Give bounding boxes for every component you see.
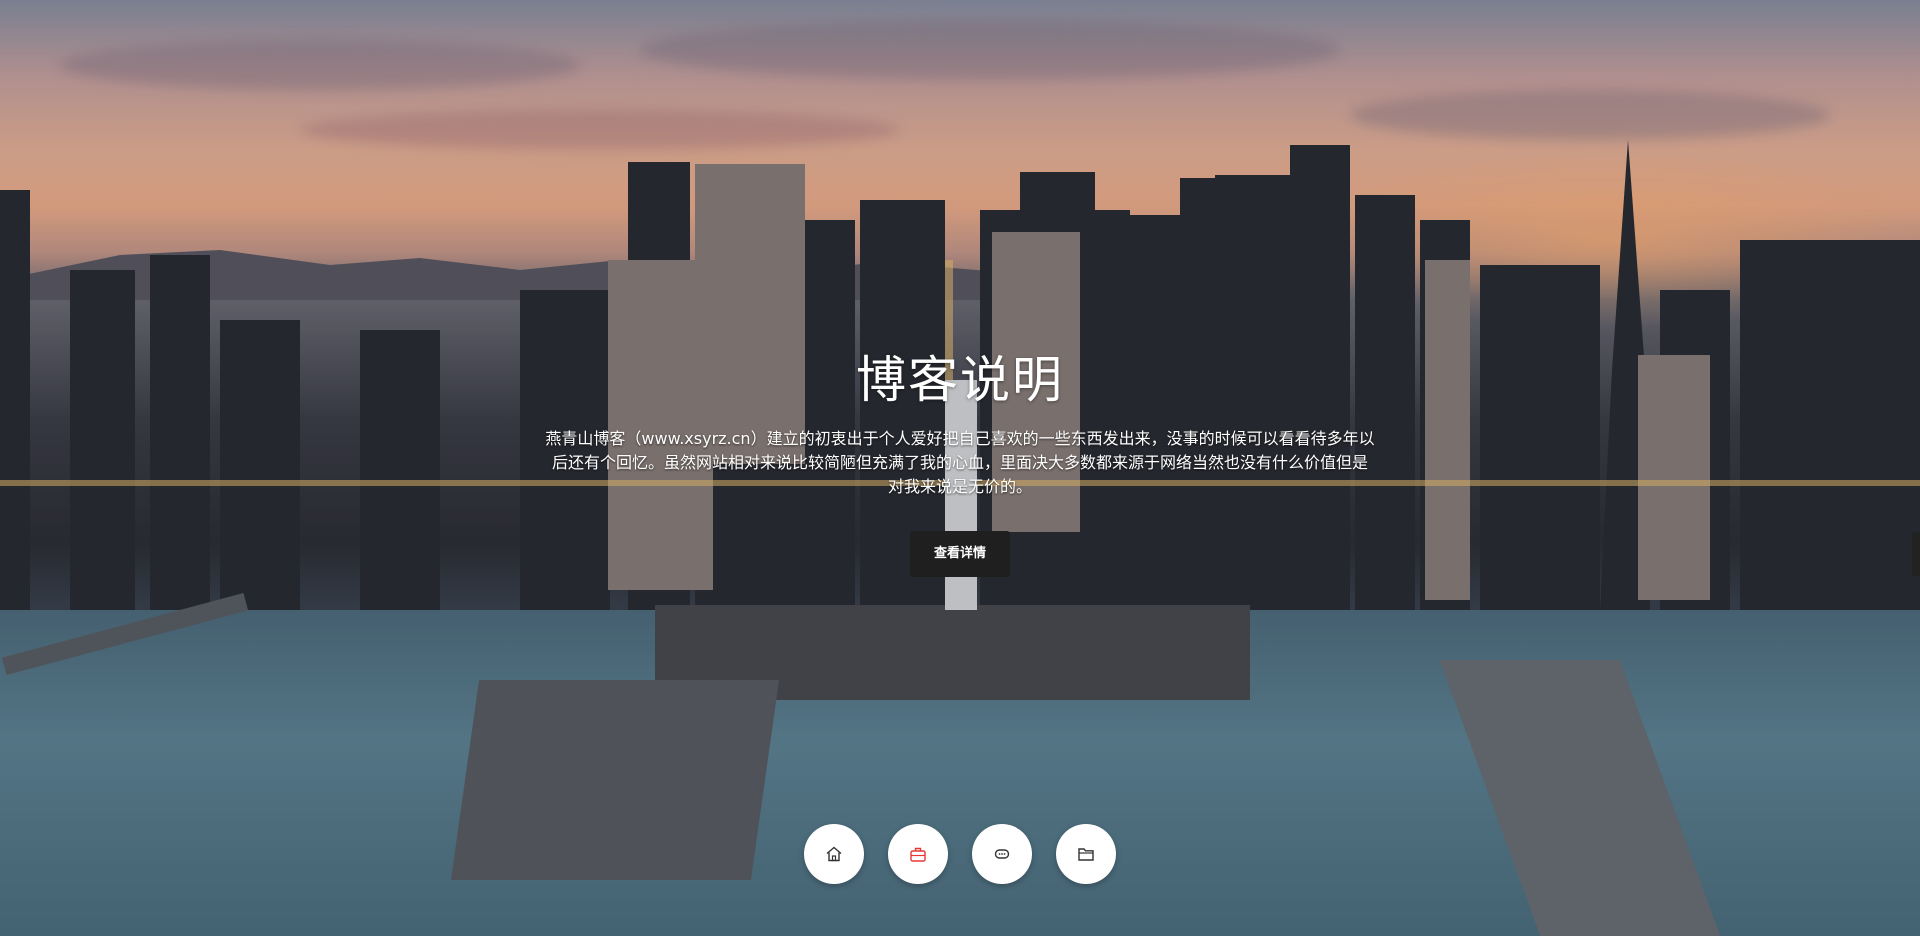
- briefcase-icon: [910, 847, 926, 862]
- hero-content: 博客说明 燕青山博客（www.xsyrz.cn）建立的初衷出于个人爱好把自己喜欢…: [0, 345, 1920, 577]
- chat-icon: [994, 849, 1010, 859]
- folder-icon: [1078, 848, 1094, 861]
- view-details-button[interactable]: 查看详情: [910, 531, 1010, 577]
- hero-section: 博客说明 燕青山博客（www.xsyrz.cn）建立的初衷出于个人爱好把自己喜欢…: [0, 0, 1920, 936]
- home-button[interactable]: [804, 824, 864, 884]
- blog-description: 燕青山博客（www.xsyrz.cn）建立的初衷出于个人爱好把自己喜欢的一些东西…: [545, 429, 1375, 496]
- folder-button[interactable]: [1056, 824, 1116, 884]
- briefcase-button[interactable]: [888, 824, 948, 884]
- side-panel-toggle[interactable]: [1912, 532, 1920, 576]
- chat-button[interactable]: [972, 824, 1032, 884]
- home-icon: [826, 846, 842, 862]
- quick-nav: [0, 824, 1920, 884]
- page-title: 博客说明: [856, 351, 1064, 409]
